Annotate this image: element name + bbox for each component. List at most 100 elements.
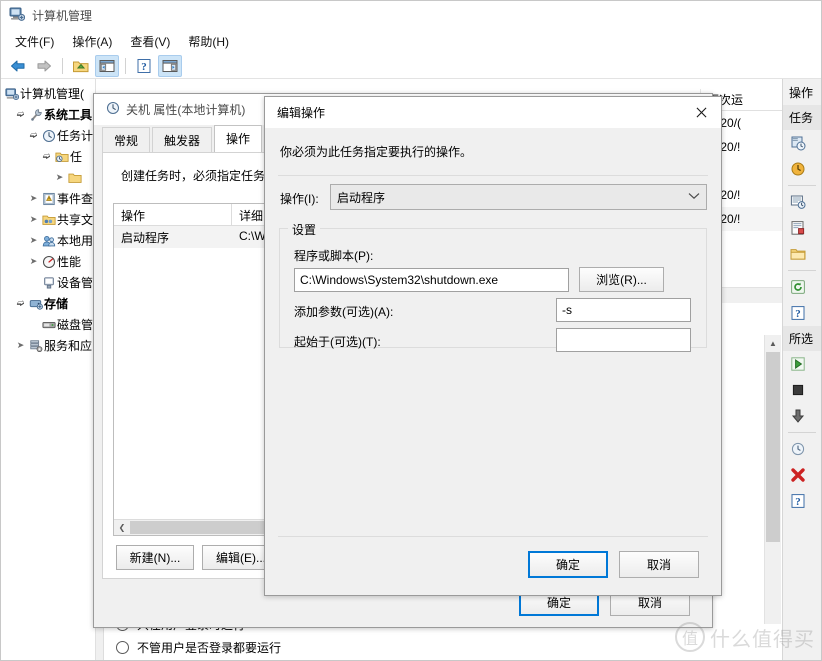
tree-pane[interactable]: 计算机管理( ➫ 系统工具 ➫ 任务计 ➫ 任 ➤ ➤ 事件查 ➤ 共享文 ➤ … [1,79,96,660]
show-action-pane-button[interactable] [158,54,182,77]
window-title: 计算机管理 [32,8,93,23]
tree-label: 共享文 [57,213,93,227]
tree-item-local-users-and-groups[interactable]: ➤ 本地用 [1,230,95,251]
center-vscrollbar[interactable]: ▲ [764,335,781,624]
vscroll-up-arrow[interactable]: ▲ [765,335,781,352]
delete-icon[interactable] [783,462,821,488]
create-task-icon[interactable] [783,156,821,182]
tree-item-services-and-applications[interactable]: ➤ 服务和应 [1,335,95,356]
help-icon[interactable]: ? [783,488,821,514]
twisty-collapsed-icon[interactable]: ➤ [14,340,27,351]
twisty-expanded-icon[interactable]: ➫ [14,298,27,309]
computer-icon [3,87,20,101]
tab-actions[interactable]: 操作 [214,125,263,152]
tab-triggers[interactable]: 触发器 [152,127,213,153]
tree-label: 事件查 [57,192,93,206]
menubar: 文件(F) 操作(A) 查看(V) 帮助(H) [1,29,821,53]
tree-label: 磁盘管 [57,318,93,332]
tree-label: 任 [70,150,83,164]
edit-action-cancel-button[interactable]: 取消 [619,551,699,578]
folder-icon [66,171,83,185]
svg-text:?: ? [795,496,801,508]
menu-file[interactable]: 文件(F) [7,30,62,53]
actions-description: 创建任务时，必须指定任务 [121,169,266,183]
show-tree-pane-button[interactable] [95,54,119,77]
chevron-down-icon [688,192,700,202]
tree-label: 性能 [57,255,82,269]
menu-action[interactable]: 操作(A) [64,30,120,53]
tree-label: 计算机管理( [20,87,84,101]
actions-pane: 操作 任务 ? 所选 ? [782,79,821,660]
tree-item-disk-management[interactable]: 磁盘管 [1,314,95,335]
hscroll-left-arrow[interactable]: ❮ [114,523,130,532]
import-task-icon[interactable] [783,215,821,241]
tree-item-shared-folders[interactable]: ➤ 共享文 [1,209,95,230]
radio-run-whether-logged-on-or-not[interactable]: 不管用户是否登录都要运行 [116,639,416,656]
help-button[interactable]: ? [132,55,156,77]
tree-item-system-tools[interactable]: ➫ 系统工具 [1,104,95,125]
cell-action: 启动程序 [121,231,170,245]
shared-folders-icon [40,213,57,227]
column-header-action[interactable]: 操作 [114,204,232,225]
twisty-collapsed-icon[interactable]: ➤ [27,256,40,267]
twisty-collapsed-icon[interactable]: ➤ [53,172,66,183]
tree-item-storage[interactable]: ➫ 存储 [1,293,95,314]
program-input[interactable]: C:\Windows\System32\shutdown.exe [294,268,569,292]
properties-dialog-title: 关机 属性(本地计算机) [126,103,246,117]
browse-button[interactable]: 浏览(R)... [579,267,664,292]
clock-icon [106,101,120,118]
actions-separator-2 [788,270,816,271]
run-icon[interactable] [783,351,821,377]
storage-icon [27,297,44,311]
edit-action-instruction: 你必须为此任务指定要执行的操作。 [280,145,473,159]
tree-item-event-viewer[interactable]: ➤ 事件查 [1,188,95,209]
tree-item-task-scheduler-library[interactable]: ➫ 任 [1,146,95,167]
tree-item-task-folder[interactable]: ➤ [1,167,95,188]
twisty-collapsed-icon[interactable]: ➤ [27,214,40,225]
actions-section-selected: 所选 [783,326,821,351]
tree-item-device-manager[interactable]: 设备管 [1,272,95,293]
titlebar: 计算机管理 [1,1,821,29]
clock-icon [40,129,57,143]
actions-pane-header: 操作 [789,86,814,100]
tree-label: 系统工具 [44,108,93,122]
action-dropdown[interactable]: 启动程序 [330,184,707,210]
startin-input[interactable] [556,328,691,352]
menu-help[interactable]: 帮助(H) [180,30,237,53]
folder-clock-icon [53,150,70,164]
export-icon[interactable] [783,436,821,462]
toolbar-separator [62,57,63,74]
up-folder-button[interactable] [69,55,93,77]
tree-item-performance[interactable]: ➤ 性能 [1,251,95,272]
end-icon[interactable] [783,377,821,403]
event-viewer-icon [40,192,57,206]
refresh-icon[interactable] [783,274,821,300]
arguments-input[interactable]: -s [556,298,691,322]
edit-action-ok-button[interactable]: 确定 [528,551,608,578]
forward-button[interactable] [32,55,56,77]
new-action-button[interactable]: 新建(N)... [116,545,194,570]
twisty-collapsed-icon[interactable]: ➤ [27,235,40,246]
close-icon[interactable] [681,97,721,128]
tab-general[interactable]: 常规 [102,127,151,153]
disable-icon[interactable] [783,403,821,429]
arguments-label: 添加参数(可选)(A): [294,305,394,319]
twisty-collapsed-icon[interactable]: ➤ [27,193,40,204]
vscroll-thumb[interactable] [766,352,780,542]
tree-label: 服务和应 [44,339,93,353]
twisty-expanded-icon[interactable]: ➫ [14,109,27,120]
tree-item-computer-management[interactable]: 计算机管理( [1,83,95,104]
tree-label: 存储 [44,297,69,311]
twisty-expanded-icon[interactable]: ➫ [40,151,53,162]
display-all-running-tasks-icon[interactable] [783,189,821,215]
tree-label: 任务计 [57,129,93,143]
twisty-expanded-icon[interactable]: ➫ [27,130,40,141]
create-basic-task-icon[interactable] [783,130,821,156]
back-button[interactable] [6,55,30,77]
menu-view[interactable]: 查看(V) [122,30,178,53]
computer-management-window: 计算机管理 文件(F) 操作(A) 查看(V) 帮助(H) ? 计算机管理(➫… [0,0,822,661]
help-icon[interactable]: ? [783,300,821,326]
performance-icon [40,255,57,269]
tree-item-task-scheduler[interactable]: ➫ 任务计 [1,125,95,146]
new-folder-icon[interactable] [783,241,821,267]
